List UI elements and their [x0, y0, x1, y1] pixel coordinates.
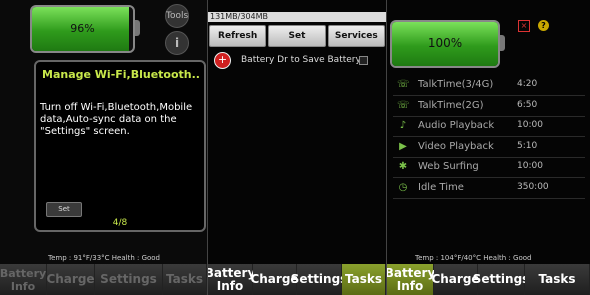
memory-usage-bar: 131MB/304MB — [208, 12, 386, 22]
app-name: Battery Dr to Save Battery — [241, 55, 361, 65]
stat-row: ✱ Web Surfing 10:00 — [393, 157, 585, 178]
stat-row: ☏ TalkTime(2G) 6:50 — [393, 96, 585, 117]
stat-name: Idle Time — [418, 181, 464, 193]
temp-health-status: Temp : 104°F/40°C Health : Good — [415, 254, 532, 262]
dialog-title: Manage Wi-Fi,Bluetooth... — [42, 68, 200, 81]
battery-level-indicator: 100% — [390, 20, 500, 68]
video-icon: ▶ — [399, 140, 407, 152]
tip-dialog: Manage Wi-Fi,Bluetooth... Turn off Wi-Fi… — [34, 60, 206, 232]
list-item[interactable]: + Battery Dr to Save Battery — [208, 50, 386, 72]
bottom-tab-bar: Battery Info Charge Settings Tasks — [0, 264, 207, 295]
services-button[interactable]: Services — [327, 25, 385, 47]
battery-percent-label: 96% — [70, 22, 95, 35]
tab-tasks[interactable]: Tasks — [342, 264, 386, 295]
clock-icon: ◷ — [398, 181, 408, 193]
tab-battery-info[interactable]: Battery Info — [208, 264, 255, 295]
tab-tasks[interactable]: Tasks — [525, 264, 590, 295]
temp-health-status: Temp : 91°F/33°C Health : Good — [48, 254, 161, 262]
stat-name: Video Playback — [418, 140, 494, 152]
stat-name: TalkTime(3/4G) — [418, 79, 494, 90]
bottom-tab-bar: Battery Info Charge Settings Tasks — [208, 264, 386, 295]
tasks-screen: 131MB/304MB Refresh Set Services + Batte… — [208, 0, 386, 295]
plus-icon: + — [214, 52, 231, 69]
stat-value: 5:10 — [517, 140, 538, 151]
item-checkbox[interactable] — [359, 56, 368, 65]
tools-button[interactable]: Tools — [165, 4, 189, 28]
battery-info-screen-full: 100% × ? ☏ TalkTime(3/4G) 4:20 ☏ TalkTime(2G… — [387, 0, 590, 295]
stat-row: ◷ Idle Time 350:00 — [393, 178, 585, 199]
dialog-set-button[interactable]: Set — [46, 202, 82, 217]
stat-value: 6:50 — [517, 99, 538, 110]
tab-battery-info[interactable]: Battery Info — [387, 264, 435, 295]
info-icon[interactable]: i — [165, 31, 189, 55]
dialog-pager: 4/8 — [112, 218, 128, 228]
task-toolbar: Refresh Set Services — [208, 24, 386, 47]
music-icon: ♪ — [399, 120, 407, 131]
close-icon[interactable]: × — [518, 20, 530, 32]
stat-name: Web Surfing — [418, 161, 479, 172]
tab-charge[interactable]: Charge — [46, 264, 95, 295]
refresh-button[interactable]: Refresh — [209, 25, 267, 47]
battery-tip — [500, 35, 505, 51]
stat-value: 10:00 — [517, 120, 543, 130]
stat-value: 350:00 — [517, 181, 549, 192]
globe-icon: ✱ — [398, 161, 408, 172]
tab-tasks[interactable]: Tasks — [163, 264, 207, 295]
battery-level-indicator: 96% — [30, 5, 135, 53]
talk-icon: ☏ — [397, 79, 410, 90]
stat-value: 4:20 — [517, 79, 538, 89]
tab-settings[interactable]: Settings — [473, 264, 529, 295]
tab-settings[interactable]: Settings — [95, 264, 163, 295]
stat-row: ☏ TalkTime(3/4G) 4:20 — [393, 75, 585, 96]
stat-row: ♪ Audio Playback 10:00 — [393, 116, 585, 137]
dialog-body: Turn off Wi-Fi,Bluetooth,Mobile data,Aut… — [40, 102, 193, 137]
stat-name: Audio Playback — [418, 120, 495, 131]
battery-percent-label: 100% — [427, 36, 463, 50]
stat-value: 10:00 — [517, 161, 543, 171]
battery-info-screen: 96% Tools i Manage Wi-Fi,Bluetooth... Tu… — [0, 0, 207, 295]
help-icon[interactable]: ? — [538, 20, 549, 31]
set-button[interactable]: Set — [268, 25, 326, 47]
battery-tip — [135, 20, 140, 36]
tab-battery-info[interactable]: Battery Info — [0, 264, 47, 295]
tab-charge[interactable]: Charge — [431, 264, 480, 295]
stat-row: ▶ Video Playback 5:10 — [393, 137, 585, 158]
bottom-tab-bar: Battery Info Charge Settings Tasks — [387, 264, 590, 295]
talk-icon: ☏ — [397, 99, 410, 111]
tab-settings[interactable]: Settings — [291, 264, 347, 295]
stat-name: TalkTime(2G) — [418, 99, 484, 111]
